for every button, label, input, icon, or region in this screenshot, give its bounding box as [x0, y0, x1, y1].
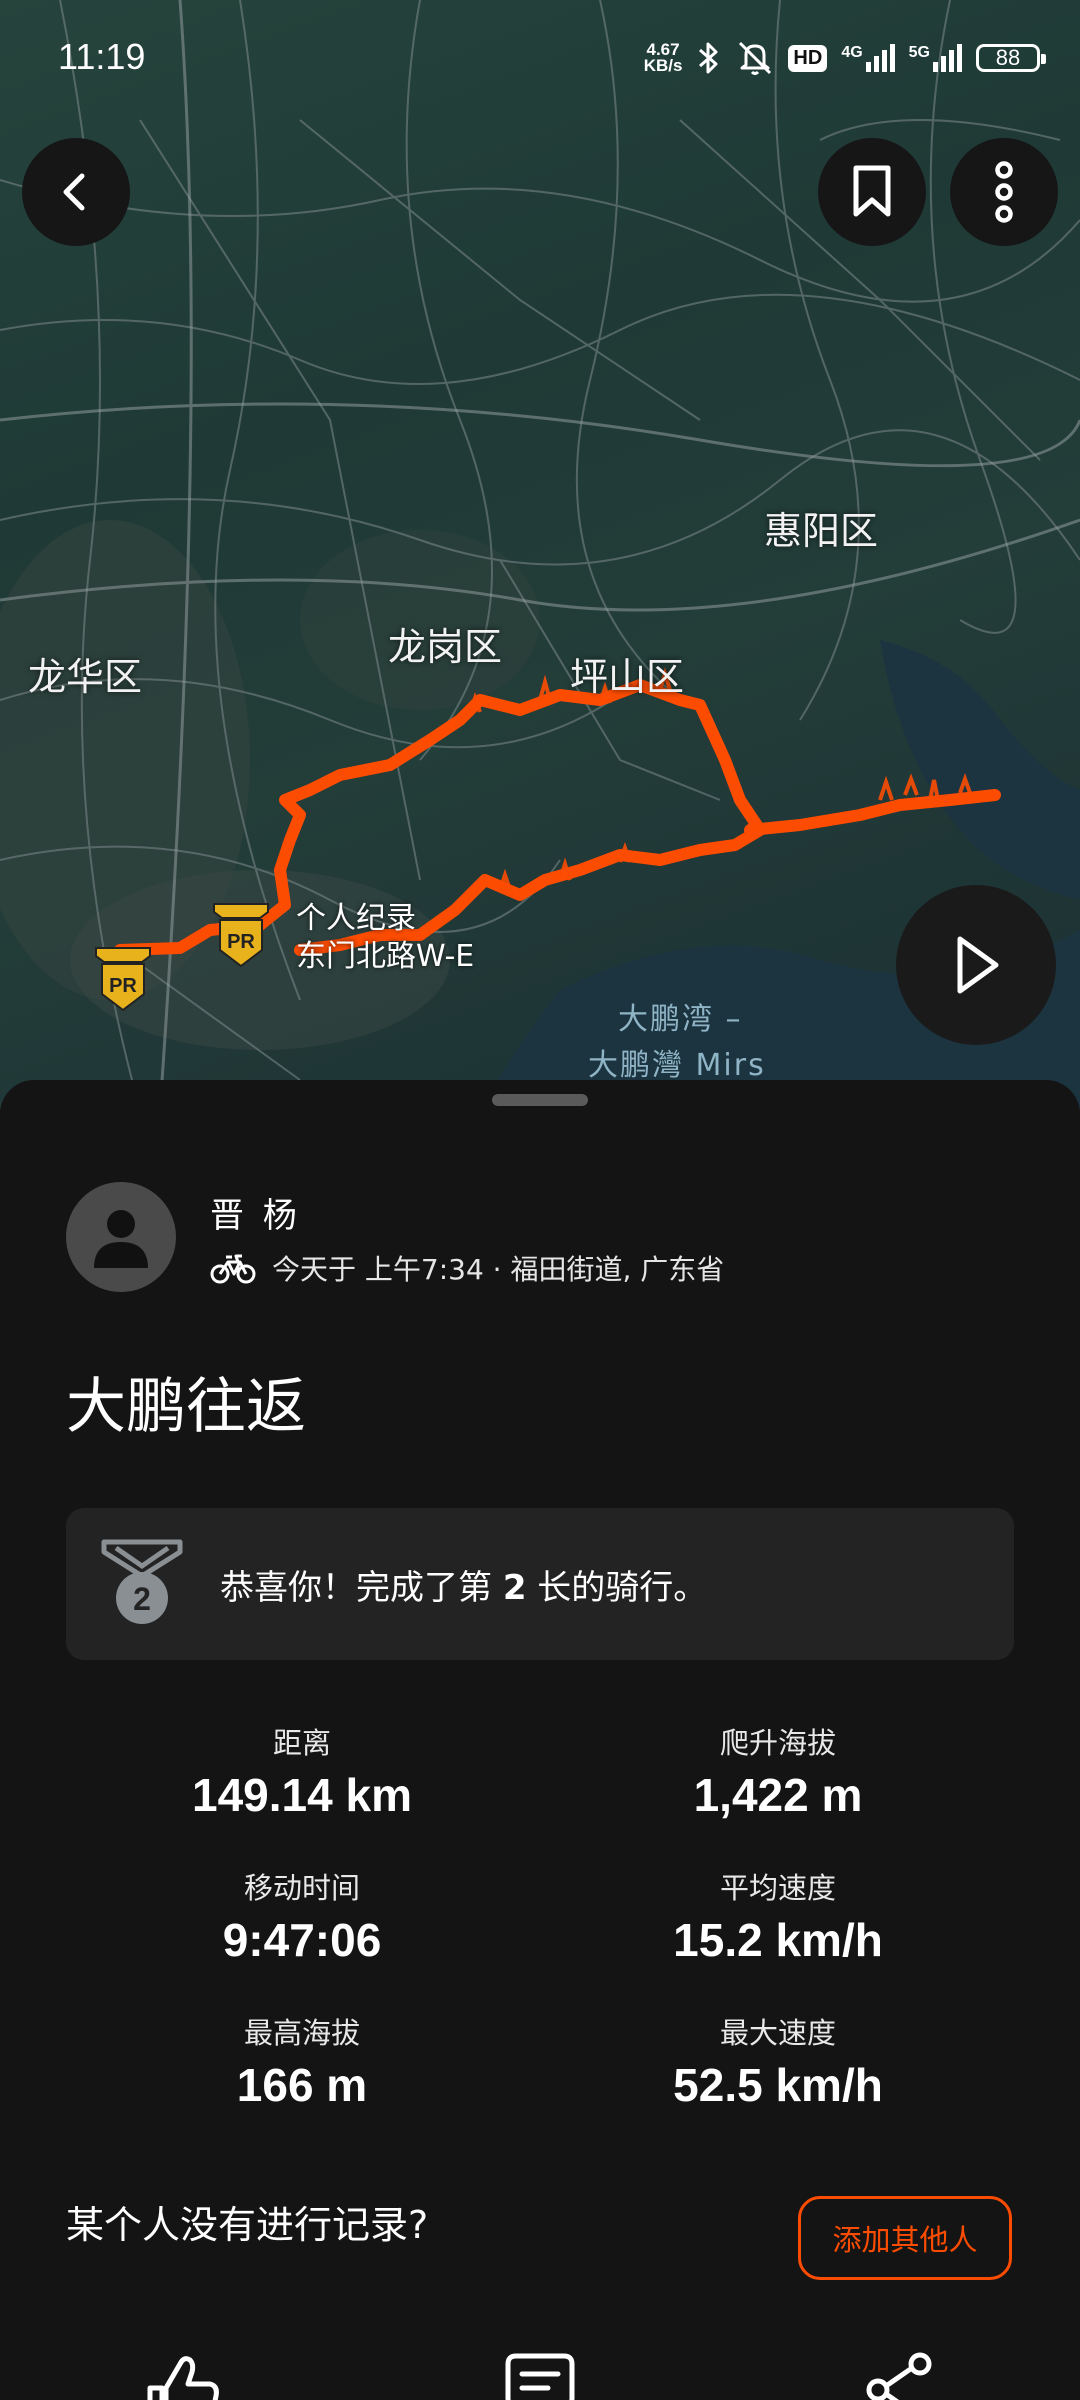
stat-value: 9:47:06	[222, 1914, 382, 1966]
achievement-text-before: 恭喜你！完成了第	[220, 1567, 503, 1608]
segment-label-name: 东门北路W-E	[296, 939, 475, 974]
action-bar	[0, 2350, 1080, 2400]
activity-title[interactable]: 大鹏往返	[66, 1358, 306, 1445]
signal-5g-icon: 5G	[909, 44, 962, 72]
stat-label: 最高海拔	[243, 2016, 360, 2050]
pr-badge-text: PR	[109, 975, 137, 997]
stat-value: 1,422 m	[693, 1769, 863, 1821]
add-others-button[interactable]: 添加其他人	[798, 2196, 1012, 2280]
pr-badge-icon[interactable]: PR	[92, 944, 154, 1014]
achievement-text: 恭喜你！完成了第 2 长的骑行。	[220, 1560, 707, 1609]
vertical-dots-icon	[995, 161, 1013, 223]
stat-label: 平均速度	[719, 1871, 836, 1905]
avatar[interactable]	[66, 1182, 176, 1292]
map-label-longgang: 龙岗区	[388, 625, 503, 669]
activity-sheet: 晋 杨 今天于 上午7:34 · 福田街道, 广东省 大鹏往返 2 恭喜你！完成…	[0, 1080, 1080, 2400]
status-time: 11:19	[58, 36, 146, 77]
stat-average-speed: 平均速度 15.2 km/h	[568, 1865, 988, 1967]
share-icon[interactable]	[860, 2350, 940, 2400]
stat-moving-time: 移动时间 9:47:06	[92, 1865, 512, 1967]
signal-4g-label: 4G	[841, 44, 863, 61]
map-label-huiyang: 惠阳区	[764, 509, 879, 553]
network-speed-unit: KB/s	[643, 56, 683, 75]
pr-badge-text: PR	[227, 931, 255, 953]
stat-max-elevation: 最高海拔 166 m	[92, 2010, 512, 2112]
comment-icon[interactable]	[500, 2350, 580, 2400]
more-options-button[interactable]	[950, 138, 1058, 246]
stat-elevation-gain: 爬升海拔 1,422 m	[568, 1720, 988, 1822]
bike-icon	[210, 1254, 256, 1284]
stat-distance: 距离 149.14 km	[92, 1720, 512, 1822]
segment-label[interactable]: 个人纪录 东门北路W-E	[296, 900, 474, 976]
stat-label: 移动时间	[243, 1871, 360, 1905]
segment-label-title: 个人纪录	[296, 901, 416, 936]
water-label-line2: 大鹏灣 Mirs	[588, 1048, 766, 1083]
user-placeholder-icon	[94, 1210, 148, 1268]
signal-5g-label: 5G	[908, 44, 930, 61]
stat-label: 爬升海拔	[719, 1726, 836, 1760]
athlete-name[interactable]: 晋 杨	[210, 1188, 301, 1237]
missing-participants-prompt: 某个人没有进行记录?	[66, 2203, 429, 2247]
water-label-line1: 大鹏湾 –	[618, 1002, 743, 1037]
pr-badge-icon[interactable]: PR	[210, 900, 272, 970]
medal-number: 2	[133, 1581, 151, 1617]
battery-level: 88	[995, 45, 1021, 70]
play-flyover-button[interactable]	[896, 885, 1056, 1045]
stat-value: 15.2 km/h	[673, 1914, 883, 1966]
map-label-pingshan: 坪山区	[570, 655, 685, 699]
medal-icon: 2	[101, 1539, 183, 1624]
achievement-card[interactable]: 2 恭喜你！完成了第 2 长的骑行。	[66, 1508, 1014, 1660]
signal-icon: 4G	[841, 44, 895, 72]
stat-max-speed: 最大速度 52.5 km/h	[568, 2010, 988, 2112]
stat-label: 距离	[272, 1726, 331, 1760]
achievement-text-after: 长的骑行。	[526, 1567, 708, 1608]
stat-label: 最大速度	[719, 2016, 836, 2050]
activity-time-location: 今天于 上午7:34 · 福田街道, 广东省	[272, 1253, 725, 1286]
play-icon	[957, 936, 999, 994]
chevron-left-icon	[63, 173, 85, 211]
bookmark-button[interactable]	[818, 138, 926, 246]
bluetooth-icon	[699, 42, 718, 74]
bookmark-icon	[853, 165, 891, 217]
route-map[interactable]: 惠阳区 龙岗区 坪山区 龙华区 大鹏湾 – 大鹏灣 Mirs 个人纪录 东门北路…	[0, 0, 1080, 1110]
stat-value: 149.14 km	[192, 1769, 412, 1821]
network-speed: 4.67 KB/s	[643, 41, 683, 75]
stat-value: 166 m	[236, 2059, 368, 2111]
achievement-rank: 2	[502, 1567, 527, 1608]
back-button[interactable]	[22, 138, 130, 246]
activity-meta: 今天于 上午7:34 · 福田街道, 广东省	[210, 1248, 724, 1288]
activity-screen: 惠阳区 龙岗区 坪山区 龙华区 大鹏湾 – 大鹏灣 Mirs 个人纪录 东门北路…	[0, 0, 1080, 2400]
mute-bell-icon	[739, 41, 772, 75]
status-icons: 4.67 KB/s HD 4G 5G 88	[643, 38, 1046, 78]
sheet-grabber[interactable]	[492, 1094, 588, 1106]
stat-value: 52.5 km/h	[673, 2059, 883, 2111]
hd-voice-badge: HD	[788, 44, 828, 72]
kudos-thumbs-up-icon[interactable]	[140, 2350, 220, 2400]
status-bar: 11:19 4.67 KB/s HD 4G 5G 88	[0, 0, 1080, 118]
battery-icon: 88	[976, 44, 1046, 72]
map-label-longhua: 龙华区	[28, 655, 143, 699]
